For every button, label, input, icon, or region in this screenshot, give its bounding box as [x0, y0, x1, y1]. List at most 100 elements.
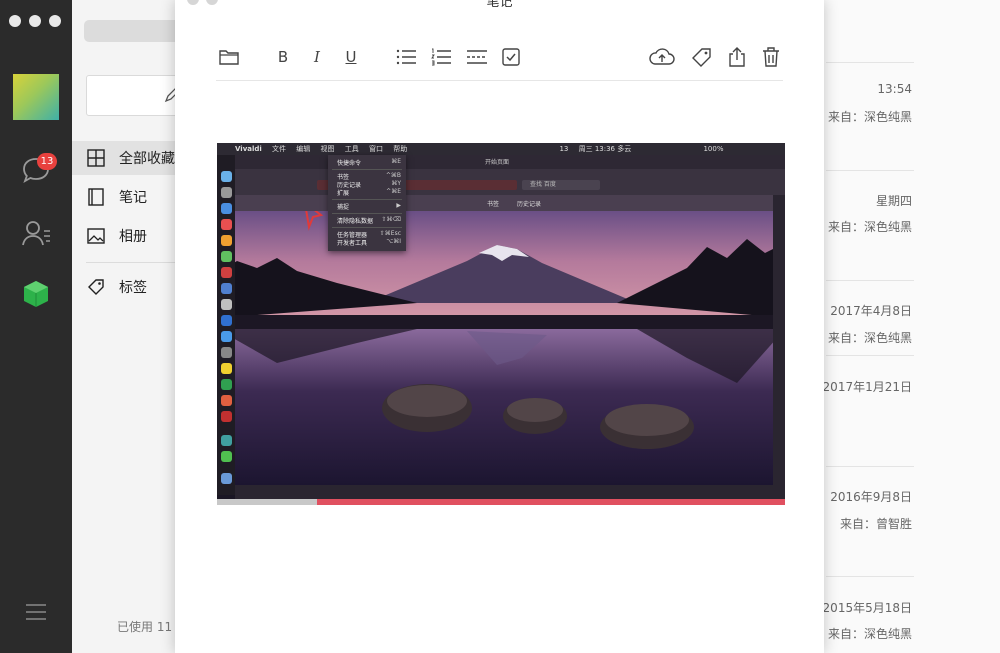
dock-app-icon — [221, 283, 232, 294]
embedded-status-battery: 100% — [703, 145, 724, 153]
embedded-screenshot-image[interactable]: Vivaldi 文件 编辑 视图 工具 窗口 帮助 13 周三 13:36 多云… — [217, 143, 785, 505]
list-divider — [826, 576, 914, 577]
embedded-menu-item: 扩展 — [337, 190, 350, 197]
dock-app-icon — [221, 331, 232, 342]
nav-item-label: 全部收藏 — [119, 151, 175, 167]
nav-item-label: 相册 — [119, 229, 147, 245]
new-note-button[interactable] — [86, 75, 175, 116]
dock-app-icon — [221, 267, 232, 278]
embedded-menu-shortcut: ⇧⌘⌫ — [381, 216, 401, 223]
dock-app-icon — [221, 315, 232, 326]
dock-app-icon — [221, 299, 232, 310]
embedded-menu-shortcut: ⌘E — [391, 158, 401, 165]
embedded-tab-title: 开始页面 — [485, 159, 510, 166]
list-item-date: 2017年1月21日 — [822, 380, 912, 394]
list-item-date: 2016年9月8日 — [830, 490, 912, 504]
embedded-menu-item: 开发者工具 — [337, 240, 368, 247]
checkbox-icon — [502, 48, 520, 66]
embedded-tab-bar: 开始页面 — [235, 155, 785, 169]
embedded-menu-shortcut: ^⌘E — [386, 188, 401, 195]
tag-button[interactable] — [689, 42, 715, 72]
list-item-date: 13:54 — [877, 82, 912, 96]
dock-app-icon — [221, 235, 232, 246]
dashed-lines-icon — [467, 50, 487, 64]
list-item-source: 来自：深色纯黑 — [827, 331, 912, 345]
embedded-menu-separator — [332, 169, 402, 170]
embedded-menu-vivaldi: Vivaldi — [235, 145, 262, 153]
embedded-status-clock: 周三 13:36 多云 — [578, 145, 632, 153]
bold-button[interactable]: B — [270, 42, 296, 72]
list-item-source: 来自：深色纯黑 — [827, 110, 912, 124]
embedded-dock-bar — [235, 485, 785, 499]
edit-icon — [164, 88, 175, 103]
embedded-bottom-strip — [217, 499, 785, 505]
storage-usage: 已使用 11 — [117, 620, 173, 634]
unread-badge: 13 — [37, 153, 57, 170]
nav-item-all-favorites[interactable]: 全部收藏 — [72, 141, 175, 175]
dock-app-icon — [221, 219, 232, 230]
embedded-menu-shortcut: ^⌘B — [385, 172, 401, 179]
embedded-menu-item: 捕捉 — [337, 204, 350, 211]
cloud-upload-button[interactable] — [647, 42, 677, 72]
embedded-bookmarks-label: 书签 — [487, 201, 500, 208]
share-button[interactable] — [724, 42, 750, 72]
embedded-menu-shortcut: ⌥⌘I — [386, 238, 401, 245]
window-minimize-dot[interactable] — [29, 15, 41, 27]
embedded-menu-separator — [332, 199, 402, 200]
avatar[interactable] — [13, 74, 59, 120]
menu-icon[interactable] — [20, 598, 52, 626]
grid-icon — [87, 149, 105, 167]
note-editor-window: 笔记 B I U Vivaldi 文件 编辑 视图 工具 窗口 帮助 13 周三… — [175, 0, 824, 653]
nav-item-tags[interactable]: 标签 — [72, 270, 175, 304]
list-divider — [826, 170, 914, 171]
list-item-source: 来自：深色纯黑 — [827, 220, 912, 234]
dock-app-icon — [221, 379, 232, 390]
nav-divider — [86, 262, 175, 263]
folder-icon — [219, 50, 239, 65]
embedded-menu-separator — [332, 227, 402, 228]
contacts-icon[interactable] — [20, 217, 52, 249]
underline-button[interactable]: U — [338, 42, 364, 72]
list-item-source: 来自：曾智胜 — [839, 517, 912, 531]
dock-app-icon — [221, 451, 232, 462]
editor-toolbar: B I U — [216, 42, 783, 74]
dock-app-icon — [221, 203, 232, 214]
tag-icon — [692, 48, 711, 67]
embedded-menubar: Vivaldi 文件 编辑 视图 工具 窗口 帮助 13 周三 13:36 多云… — [217, 143, 785, 155]
dock-app-icon — [221, 187, 232, 198]
numbered-list-button[interactable] — [428, 42, 454, 72]
embedded-menu-help: 帮助 — [393, 145, 408, 153]
window-title: 笔记 — [486, 0, 513, 10]
nav-item-album[interactable]: 相册 — [72, 219, 175, 253]
dock-app-icon — [221, 251, 232, 262]
dock-app-icon — [221, 435, 232, 446]
embedded-menu-shortcut: ⌘Y — [391, 180, 401, 187]
checkbox-button[interactable] — [498, 42, 524, 72]
embedded-menu-window: 窗口 — [368, 145, 383, 153]
delete-button[interactable] — [758, 42, 784, 72]
embedded-menu-item: 清除隐私数据 — [337, 218, 374, 225]
photo-icon — [87, 228, 105, 244]
window-zoom-dot[interactable] — [49, 15, 61, 27]
embedded-menu-separator — [332, 213, 402, 214]
embedded-menu-edit: 编辑 — [296, 145, 311, 153]
trash-icon — [763, 47, 779, 67]
notebook-icon — [88, 188, 104, 206]
embedded-side-panel-bar — [773, 195, 785, 485]
dock-app-icon — [221, 171, 232, 182]
bullet-list-button[interactable] — [393, 42, 419, 72]
divider-button[interactable] — [464, 42, 490, 72]
dock-app-icon — [221, 395, 232, 406]
search-box[interactable] — [84, 20, 175, 42]
embedded-menu-shortcut: ▶ — [396, 202, 401, 209]
folder-button[interactable] — [216, 42, 242, 72]
embedded-menu-shortcut: ⇧⌘Esc — [379, 230, 401, 237]
embedded-menu-file: 文件 — [272, 145, 287, 153]
nav-item-label: 笔记 — [119, 190, 147, 206]
italic-button[interactable]: I — [304, 42, 330, 72]
list-item-date: 星期四 — [875, 194, 912, 208]
window-close-dot[interactable] — [9, 15, 21, 27]
nav-item-notes[interactable]: 笔记 — [72, 180, 175, 214]
list-item-date: 2017年4月8日 — [830, 304, 912, 318]
favorites-cube-icon[interactable] — [20, 278, 52, 310]
